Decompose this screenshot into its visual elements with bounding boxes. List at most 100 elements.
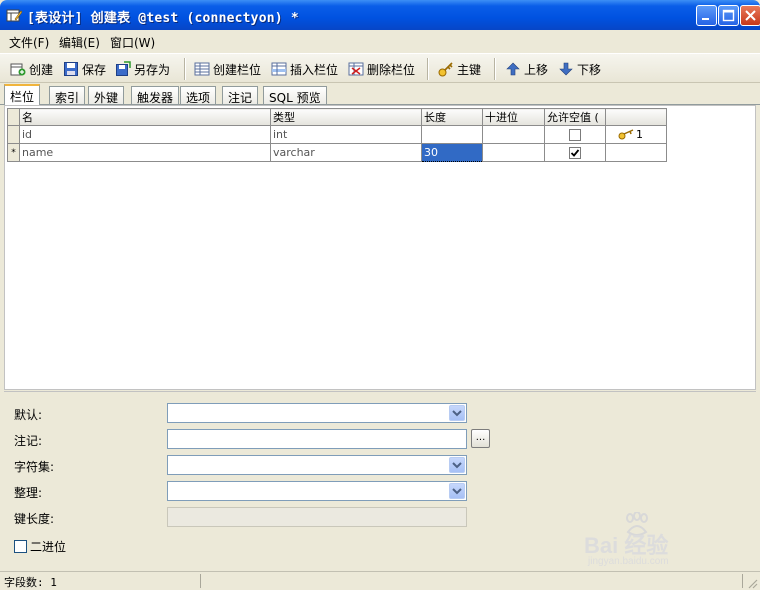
field-length-cell[interactable] xyxy=(421,125,483,144)
new-table-icon xyxy=(10,63,26,76)
field-decimal-cell[interactable] xyxy=(482,125,545,144)
tab-sql-preview[interactable]: SQL 预览 xyxy=(263,86,327,105)
save-button[interactable]: 保存 xyxy=(63,59,106,79)
primary-key-order: 1 xyxy=(636,128,643,141)
chevron-down-icon[interactable] xyxy=(449,457,465,473)
primary-key-cell: 1 xyxy=(605,125,667,144)
binary-label: 二进位 xyxy=(30,540,67,554)
insert-field-button[interactable]: 插入栏位 xyxy=(271,59,338,79)
default-combobox[interactable] xyxy=(167,403,467,423)
menu-window[interactable]: 窗口(W) xyxy=(110,34,155,51)
close-button[interactable] xyxy=(740,5,760,26)
menu-edit[interactable]: 编辑(E) xyxy=(59,34,100,51)
primary-key-label: 主键 xyxy=(457,62,482,77)
save-as-icon xyxy=(116,61,131,76)
create-field-button[interactable]: 创建栏位 xyxy=(194,59,261,79)
status-bar: 字段数: 1 xyxy=(0,571,760,590)
title-bar: [表设计] 创建表 @test (connectyon) * xyxy=(0,0,760,30)
comment-field[interactable] xyxy=(167,429,467,449)
tab-options[interactable]: 选项 xyxy=(180,86,217,105)
tab-fields[interactable]: 栏位 xyxy=(4,84,41,105)
table-row[interactable]: id int 1 xyxy=(7,125,667,144)
default-label: 默认: xyxy=(14,408,43,422)
row-indicator[interactable] xyxy=(7,125,20,144)
status-divider xyxy=(742,574,743,588)
field-properties-panel: 默认: 注记: ... 字符集: 整理: 键长度: 二进位 xyxy=(4,391,756,569)
allow-null-checkbox[interactable] xyxy=(569,129,581,141)
table-header-row: 名 类型 长度 十进位 允许空值 ( xyxy=(7,108,667,126)
binary-checkbox[interactable] xyxy=(14,540,27,553)
table-design-icon xyxy=(6,9,22,22)
checkmark-icon xyxy=(570,149,580,157)
move-down-button[interactable]: 下移 xyxy=(558,59,601,79)
field-decimal-cell[interactable] xyxy=(482,143,545,162)
fields-grid-area: 名 类型 长度 十进位 允许空值 ( id int 1 * name varch… xyxy=(4,105,756,390)
allow-null-cell[interactable] xyxy=(544,143,606,162)
menu-bar: 文件(F) 编辑(E) 窗口(W) xyxy=(0,30,760,52)
comment-label: 注记: xyxy=(14,434,43,448)
toolbar-separator xyxy=(494,58,496,80)
column-header-length[interactable]: 长度 xyxy=(421,108,483,126)
allow-null-cell[interactable] xyxy=(544,125,606,144)
key-length-field xyxy=(167,507,467,527)
tab-triggers[interactable]: 触发器 xyxy=(131,86,180,105)
resize-grip-icon[interactable] xyxy=(746,577,758,589)
move-up-label: 上移 xyxy=(524,62,549,77)
column-header-type[interactable]: 类型 xyxy=(270,108,422,126)
field-length-cell[interactable]: 30 xyxy=(421,143,483,162)
save-as-button[interactable]: 另存为 xyxy=(115,59,170,79)
toolbar-separator xyxy=(427,58,429,80)
charset-combobox[interactable] xyxy=(167,455,467,475)
create-field-label: 创建栏位 xyxy=(213,62,262,77)
window-title: [表设计] 创建表 @test (connectyon) * xyxy=(27,11,299,26)
key-icon xyxy=(618,129,634,140)
toolbar: 创建 保存 另存为 创建栏位 插入栏位 删除栏位 主键 上移 下移 xyxy=(0,53,760,83)
chevron-down-icon[interactable] xyxy=(449,483,465,499)
move-down-label: 下移 xyxy=(577,62,602,77)
field-name-cell[interactable]: id xyxy=(19,125,271,144)
field-type-cell[interactable]: varchar xyxy=(270,143,422,162)
primary-key-button[interactable]: 主键 xyxy=(438,59,481,79)
field-type-cell[interactable]: int xyxy=(270,125,422,144)
row-indicator[interactable]: * xyxy=(7,143,20,162)
key-length-label: 键长度: xyxy=(14,512,55,526)
delete-field-button[interactable]: 删除栏位 xyxy=(348,59,415,79)
toolbar-separator xyxy=(184,58,186,80)
insert-field-icon xyxy=(271,62,287,76)
status-divider xyxy=(200,574,201,588)
allow-null-checkbox[interactable] xyxy=(569,147,581,159)
save-as-label: 另存为 xyxy=(134,62,171,77)
move-up-button[interactable]: 上移 xyxy=(505,59,548,79)
tab-indexes[interactable]: 索引 xyxy=(49,86,86,105)
maximize-button[interactable] xyxy=(718,5,739,26)
close-icon xyxy=(745,10,756,21)
column-header-name[interactable]: 名 xyxy=(19,108,271,126)
charset-label: 字符集: xyxy=(14,460,55,474)
tab-strip: 栏位 索引 外键 触发器 选项 注记 SQL 预览 xyxy=(0,84,760,105)
delete-field-icon xyxy=(348,62,364,76)
delete-field-label: 删除栏位 xyxy=(367,62,416,77)
collation-combobox[interactable] xyxy=(167,481,467,501)
save-icon xyxy=(64,62,78,76)
column-header-decimal[interactable]: 十进位 xyxy=(482,108,545,126)
menu-file[interactable]: 文件(F) xyxy=(9,34,49,51)
primary-key-cell xyxy=(605,143,667,162)
key-icon xyxy=(438,62,453,77)
create-button[interactable]: 创建 xyxy=(10,59,53,79)
field-name-cell[interactable]: name xyxy=(19,143,271,162)
arrow-up-icon xyxy=(506,62,520,76)
binary-checkbox-row[interactable]: 二进位 xyxy=(14,538,66,555)
minimize-icon xyxy=(702,18,709,20)
column-header-allow-null[interactable]: 允许空值 ( xyxy=(544,108,606,126)
comment-edit-button[interactable]: ... xyxy=(471,429,490,448)
chevron-down-icon[interactable] xyxy=(449,405,465,421)
save-label: 保存 xyxy=(82,62,107,77)
minimize-button[interactable] xyxy=(696,5,717,26)
tab-foreign-keys[interactable]: 外键 xyxy=(88,86,125,105)
collation-label: 整理: xyxy=(14,486,43,500)
table-row[interactable]: * name varchar 30 xyxy=(7,143,667,162)
create-label: 创建 xyxy=(29,62,54,77)
tab-comment[interactable]: 注记 xyxy=(222,86,259,105)
column-header-key[interactable] xyxy=(605,108,667,126)
create-field-icon xyxy=(194,62,210,76)
